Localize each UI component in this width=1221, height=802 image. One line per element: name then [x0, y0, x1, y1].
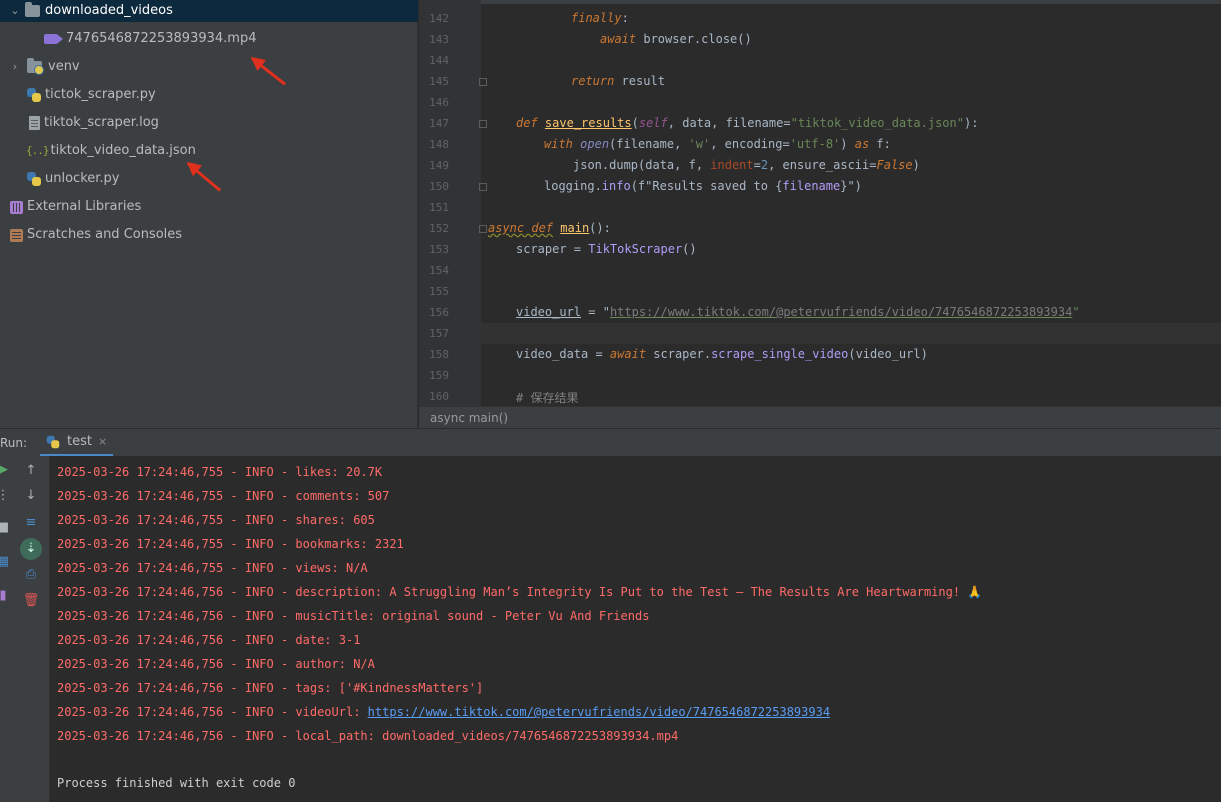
- code-line: video_url = "https://www.tiktok.com/@pet…: [516, 305, 1080, 319]
- tab-label: test: [67, 434, 92, 449]
- line-number: 148: [429, 138, 449, 151]
- run-panel-header: Run: test ×: [0, 428, 1221, 457]
- video-file-icon: [44, 34, 63, 44]
- log-line: 2025-03-26 17:24:46,755 - INFO - bookmar…: [57, 537, 404, 551]
- log-line: 2025-03-26 17:24:46,756 - INFO - local_p…: [57, 729, 679, 743]
- fold-marker-icon[interactable]: [479, 225, 487, 233]
- code-line: async def main():: [488, 221, 611, 235]
- print-icon[interactable]: ⎙: [22, 566, 40, 584]
- project-tree-panel: ⌄ downloaded_videos 7476546872253893934.…: [0, 0, 418, 428]
- code-editor[interactable]: 142 143 144 145 146 147 148 149 150 151 …: [419, 0, 1221, 406]
- line-number: 142: [429, 12, 449, 25]
- tree-item-scratches-and-consoles[interactable]: Scratches and Consoles: [10, 224, 182, 246]
- scroll-to-end-icon[interactable]: ⇣: [20, 538, 42, 560]
- line-number: 143: [429, 33, 449, 46]
- video-url-link[interactable]: https://www.tiktok.com/@petervufriends/v…: [368, 705, 830, 719]
- editor-tab-bar: [419, 0, 1221, 4]
- pin-icon[interactable]: ▮: [0, 587, 12, 605]
- line-number: 144: [429, 54, 449, 67]
- tree-item-tiktok-scraper-log[interactable]: tiktok_scraper.log: [29, 112, 159, 134]
- chevron-down-icon[interactable]: ⌄: [8, 0, 22, 22]
- code-line: with open(filename, 'w', encoding='utf-8…: [544, 137, 891, 151]
- run-console[interactable]: [0, 456, 1221, 802]
- log-line: 2025-03-26 17:24:46,756 - INFO - date: 3…: [57, 633, 361, 647]
- line-number: 150: [429, 180, 449, 193]
- log-line: 2025-03-26 17:24:46,755 - INFO - shares:…: [57, 513, 375, 527]
- line-number: 155: [429, 285, 449, 298]
- code-line: logging.info(f"Results saved to {filenam…: [544, 179, 862, 193]
- line-number: 154: [429, 264, 449, 277]
- trash-icon[interactable]: 🗑: [22, 592, 40, 610]
- tree-item-venv[interactable]: › venv: [8, 56, 80, 78]
- code-line: video_data = await scraper.scrape_single…: [516, 347, 928, 361]
- line-number: 160: [429, 390, 449, 403]
- exit-message: Process finished with exit code 0: [57, 776, 296, 790]
- tab-test[interactable]: test ×: [40, 429, 114, 457]
- folder-icon: [25, 2, 40, 17]
- more-icon[interactable]: ⋮: [0, 487, 12, 505]
- log-line: 2025-03-26 17:24:46,756 - INFO - musicTi…: [57, 609, 650, 623]
- arrow-up-icon[interactable]: ↑: [22, 462, 40, 480]
- code-line: def save_results(self, data, filename="t…: [516, 116, 979, 130]
- log-line: 2025-03-26 17:24:46,755 - INFO - likes: …: [57, 465, 383, 479]
- library-icon: [10, 200, 23, 214]
- code-line: finally:: [571, 11, 629, 25]
- close-icon[interactable]: ×: [98, 435, 107, 448]
- run-label: Run:: [0, 436, 28, 450]
- log-line-video-url: 2025-03-26 17:24:46,756 - INFO - videoUr…: [57, 705, 831, 719]
- line-number: 159: [429, 369, 449, 382]
- rerun-icon[interactable]: ▶: [0, 461, 12, 479]
- python-file-icon: [46, 435, 60, 448]
- run-toolbar: ↑ ↓ ≡ ⇣ ⎙ 🗑: [12, 456, 50, 802]
- code-line: return result: [571, 74, 665, 88]
- stop-icon[interactable]: ■: [0, 519, 12, 537]
- line-number: 152: [429, 222, 449, 235]
- breadcrumb[interactable]: async main(): [419, 406, 1221, 428]
- text-file-icon: [29, 116, 40, 130]
- log-line: 2025-03-26 17:24:46,755 - INFO - views: …: [57, 561, 368, 575]
- code-line: json.dump(data, f, indent=2, ensure_asci…: [573, 158, 920, 172]
- scratch-icon: [10, 228, 23, 242]
- python-file-icon: [27, 172, 41, 186]
- line-number: 145: [429, 75, 449, 88]
- venv-folder-icon: [27, 58, 44, 75]
- line-number: 149: [429, 159, 449, 172]
- fold-marker-icon[interactable]: [479, 120, 487, 128]
- fold-marker-icon[interactable]: [479, 78, 487, 86]
- python-file-icon: [27, 88, 41, 102]
- log-line: 2025-03-26 17:24:46,756 - INFO - descrip…: [57, 585, 983, 599]
- fold-marker-icon[interactable]: [479, 183, 487, 191]
- chevron-right-icon[interactable]: ›: [8, 56, 22, 78]
- line-number: 151: [429, 201, 449, 214]
- tree-item-downloaded-videos[interactable]: ⌄ downloaded_videos: [0, 0, 418, 22]
- layout-icon[interactable]: ▦: [0, 553, 12, 571]
- tree-item-tictok-scraper-py[interactable]: tictok_scraper.py: [27, 84, 156, 106]
- current-line-highlight: [481, 323, 1221, 344]
- log-line: 2025-03-26 17:24:46,755 - INFO - comment…: [57, 489, 390, 503]
- line-number: 157: [429, 327, 449, 340]
- line-number: 146: [429, 96, 449, 109]
- code-line: await browser.close(): [600, 32, 752, 46]
- line-number: 153: [429, 243, 449, 256]
- tree-item-unlocker-py[interactable]: unlocker.py: [27, 168, 119, 190]
- line-number: 158: [429, 348, 449, 361]
- log-line: 2025-03-26 17:24:46,756 - INFO - author:…: [57, 657, 375, 671]
- log-line: 2025-03-26 17:24:46,756 - INFO - tags: […: [57, 681, 484, 695]
- code-line: # 保存结果: [516, 391, 579, 405]
- tree-item-mp4[interactable]: 7476546872253893934.mp4: [44, 28, 256, 50]
- line-number: 156: [429, 306, 449, 319]
- line-number: 147: [429, 117, 449, 130]
- json-file-icon: {..}: [26, 144, 49, 157]
- soft-wrap-icon[interactable]: ≡: [22, 514, 40, 532]
- run-left-strip: ▶ ⋮ ■ ▦ ▮: [0, 456, 12, 802]
- arrow-down-icon[interactable]: ↓: [22, 487, 40, 505]
- tree-item-external-libraries[interactable]: External Libraries: [10, 196, 141, 218]
- tree-item-tiktok-video-data-json[interactable]: {..} tiktok_video_data.json: [26, 140, 196, 162]
- code-line: scraper = TikTokScraper(): [516, 242, 697, 256]
